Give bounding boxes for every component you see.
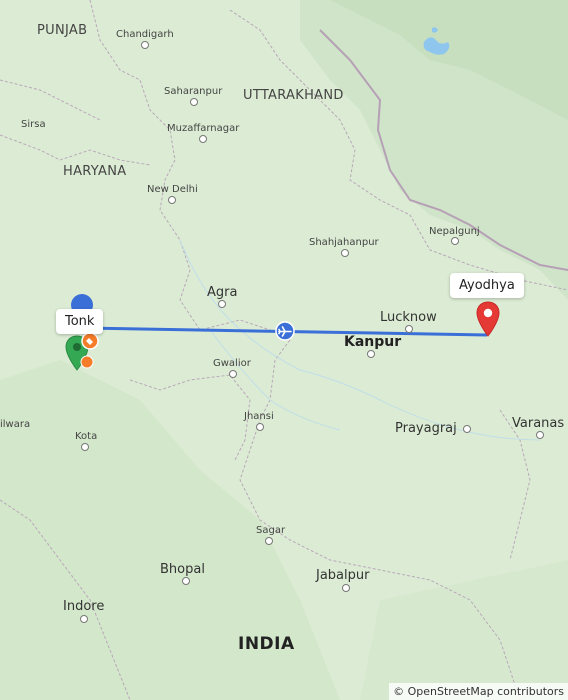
city-label-saharanpur: Saharanpur (164, 86, 223, 97)
city-dot-chandigarh (141, 41, 149, 49)
city-dot-nepalgunj (451, 237, 459, 245)
city-label-agra: Agra (207, 285, 238, 300)
city-label-shahjahanpur: Shahjahanpur (309, 237, 379, 248)
city-dot-kota (81, 443, 89, 451)
destination-pin-icon[interactable] (474, 300, 502, 340)
country-label-india: INDIA (238, 634, 295, 654)
city-dot-sagar (265, 537, 273, 545)
city-label-kota: Kota (75, 431, 98, 442)
city-dot-kanpur (367, 350, 375, 358)
city-dot-bhopal (182, 577, 190, 585)
city-dot-new-delhi (168, 196, 176, 204)
city-dot-saharanpur (190, 98, 198, 106)
city-dot-muzaffarnagar (199, 135, 207, 143)
destination-label-tag[interactable]: Ayodhya (450, 273, 524, 298)
orange-badge-small-icon[interactable] (80, 355, 94, 369)
city-dot-prayagraj (463, 425, 471, 433)
city-dot-lucknow (405, 325, 413, 333)
city-label-gwalior: Gwalior (213, 358, 251, 369)
city-label-lucknow: Lucknow (380, 310, 437, 325)
city-label-nepalgunj: Nepalgunj (429, 226, 480, 237)
city-dot-gwalior (229, 370, 237, 378)
city-dot-agra (218, 300, 226, 308)
airplane-icon[interactable] (275, 321, 295, 341)
city-dot-shahjahanpur (341, 249, 349, 257)
city-label-new-delhi: New Delhi (147, 184, 198, 195)
region-label-uttarakhand: UTTARAKHAND (243, 88, 344, 103)
city-label-jhansi: Jhansi (244, 411, 274, 422)
city-label-bhopal: Bhopal (160, 562, 205, 577)
region-label-haryana: HARYANA (63, 164, 127, 179)
city-label-chandigarh: Chandigarh (116, 29, 174, 40)
city-label-sirsa: Sirsa (21, 119, 46, 130)
orange-badge-icon[interactable] (80, 331, 100, 351)
city-label-varanasi: Varanas (512, 416, 565, 431)
city-dot-jhansi (256, 423, 264, 431)
city-label-prayagraj: Prayagraj (395, 421, 457, 436)
city-label-kanpur: Kanpur (344, 334, 402, 350)
map-attribution[interactable]: © OpenStreetMap contributors (389, 683, 568, 700)
city-label-bhilwara: ilwara (0, 419, 31, 430)
city-label-indore: Indore (63, 599, 105, 614)
city-label-muzaffarnagar: Muzaffarnagar (167, 123, 240, 134)
city-dot-indore (80, 615, 88, 623)
city-dot-jabalpur (342, 584, 350, 592)
map-canvas[interactable]: PUNJAB HARYANA UTTARAKHAND Chandigarh Sa… (0, 0, 568, 700)
origin-label-tag[interactable]: Tonk (56, 309, 104, 334)
city-dot-varanasi (536, 431, 544, 439)
city-label-jabalpur: Jabalpur (316, 568, 370, 583)
region-label-punjab: PUNJAB (37, 23, 88, 38)
city-label-sagar: Sagar (256, 525, 286, 536)
